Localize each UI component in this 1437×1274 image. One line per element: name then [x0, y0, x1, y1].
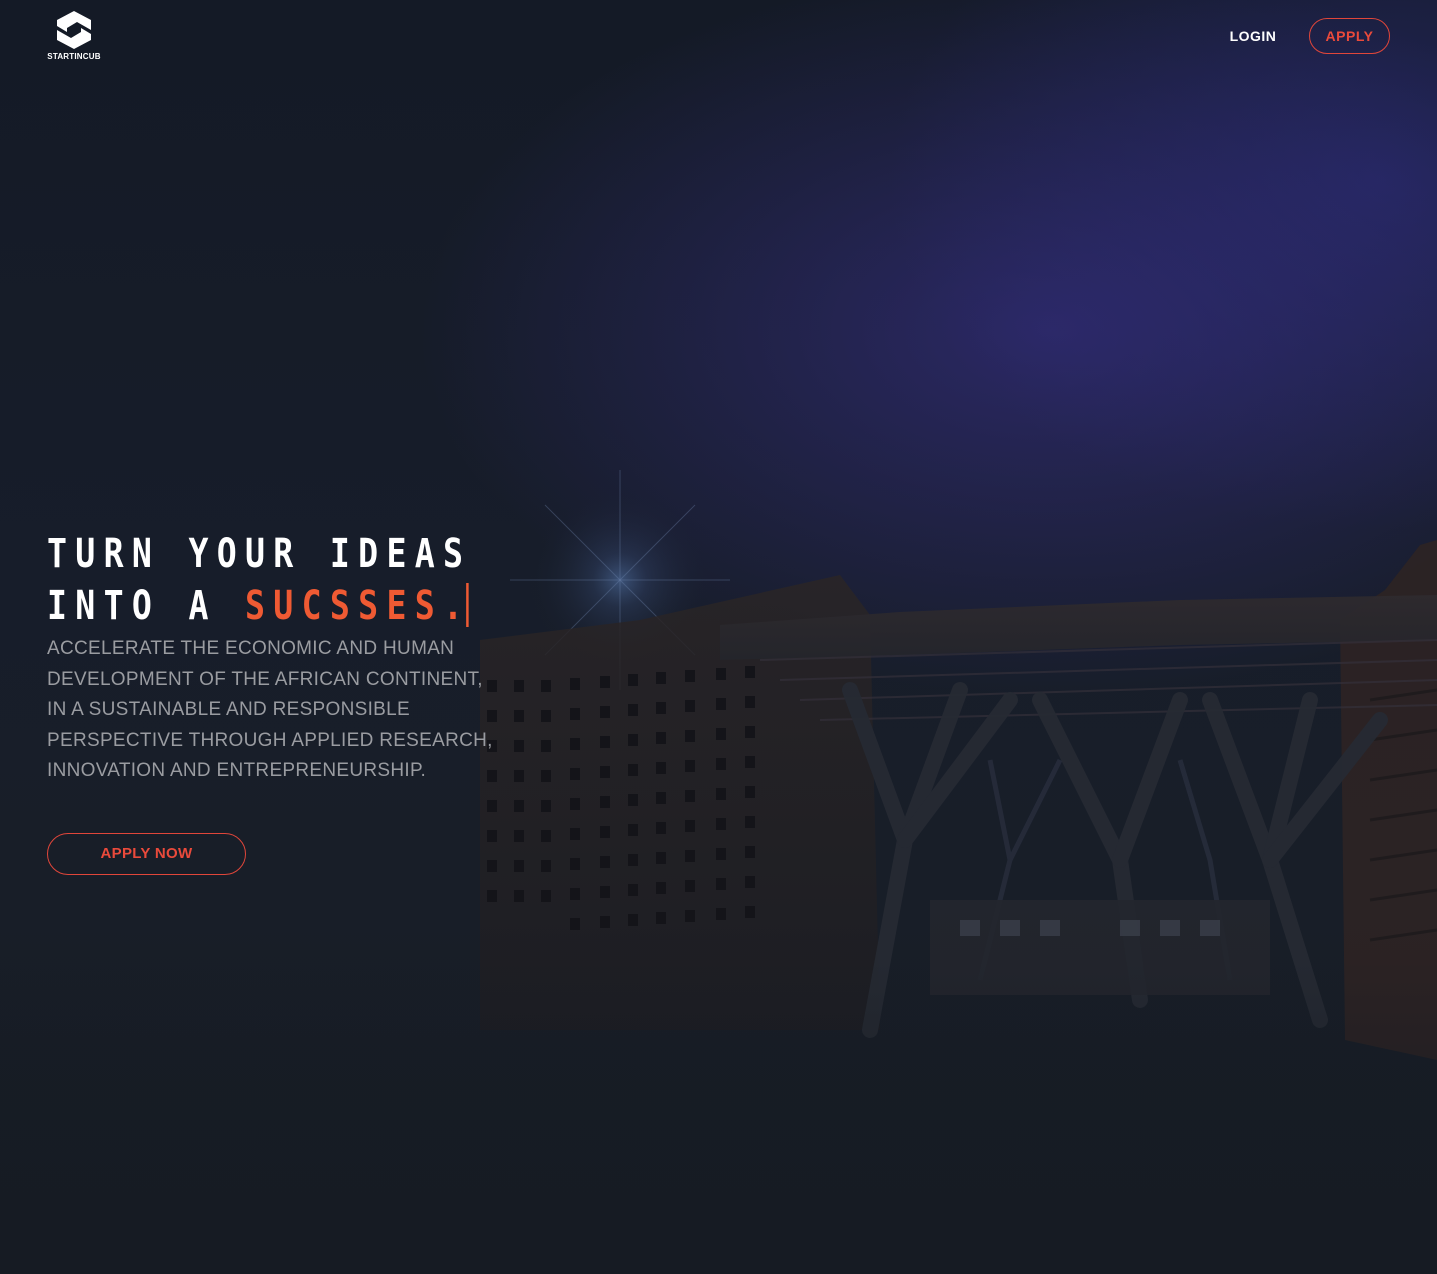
hero-title-prefix: INTO A — [47, 583, 246, 629]
hero-title-accent: SUCSSES. — [245, 583, 472, 629]
startincub-logo-icon — [57, 11, 91, 49]
hero-title: TURN YOUR IDEAS INTO A SUCSSES. — [47, 528, 471, 632]
login-link[interactable]: LOGIN — [1218, 24, 1288, 48]
typing-cursor — [466, 583, 469, 627]
hero-description: ACCELERATE THE ECONOMIC AND HUMAN DEVELO… — [47, 638, 493, 782]
brand-logo[interactable]: STARTINCUB — [44, 10, 104, 66]
brand-name: STARTINCUB — [47, 52, 101, 61]
apply-button[interactable]: APPLY — [1309, 18, 1390, 54]
apply-now-button[interactable]: APPLY NOW — [47, 833, 246, 875]
landing-page: STARTINCUB LOGIN APPLY TURN YOUR IDEAS IN… — [0, 0, 1437, 1274]
hero-title-line1: TURN YOUR IDEAS — [47, 531, 472, 577]
